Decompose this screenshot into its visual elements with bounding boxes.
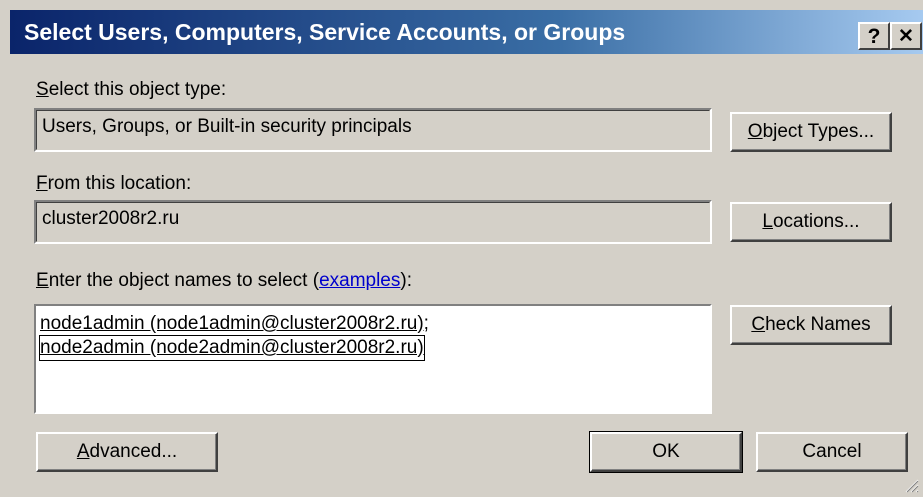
check-names-button[interactable]: Check Names [730,305,892,345]
location-value: cluster2008r2.ru [42,208,180,229]
locations-button[interactable]: Locations... [730,202,892,242]
close-button[interactable]: ✕ [890,22,922,50]
object-names-input[interactable]: node1admin (node1admin@cluster2008r2.ru)… [34,304,712,414]
examples-link[interactable]: examples [319,270,400,291]
select-users-dialog: Select Users, Computers, Service Account… [0,0,923,497]
title-bar[interactable]: Select Users, Computers, Service Account… [10,10,923,54]
ok-button[interactable]: OK [589,431,743,473]
help-icon: ? [867,24,881,48]
help-button[interactable]: ? [858,22,890,50]
object-names-label: Enter the object names to select (exampl… [36,270,412,291]
location-label: From this location: [36,173,192,194]
cancel-button[interactable]: Cancel [756,432,908,472]
object-name-entry-2: node2admin (node2admin@cluster2008r2.ru) [39,335,425,361]
resize-grip-icon[interactable] [903,477,919,493]
advanced-button[interactable]: Advanced... [36,432,218,472]
object-type-value: Users, Groups, or Built-in security prin… [42,116,412,137]
object-name-entry-1: node1admin (node1admin@cluster2008r2.ru)… [40,313,429,334]
close-icon: ✕ [898,25,914,47]
dialog-title: Select Users, Computers, Service Account… [24,19,626,45]
object-type-field: Users, Groups, or Built-in security prin… [34,108,712,152]
object-types-button[interactable]: Object Types... [730,112,892,152]
object-type-label: Select this object type: [36,79,227,100]
location-field: cluster2008r2.ru [34,200,712,244]
